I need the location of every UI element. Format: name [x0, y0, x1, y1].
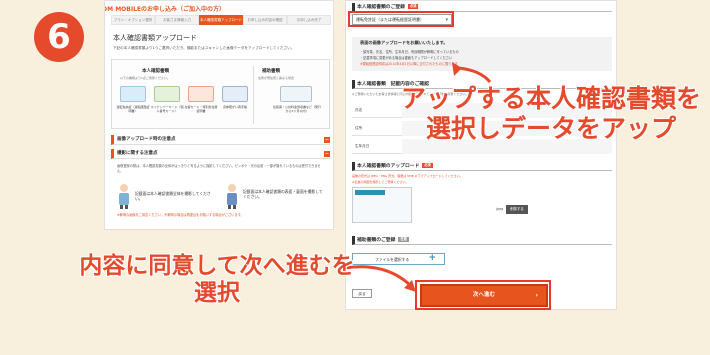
required-badge: 必須 — [422, 163, 433, 168]
supp-heading-label: 補助書類のご登録 — [357, 238, 396, 243]
upload-guidance-box: 表面の画像アップロードをお願いいたします。 ・顔写真、氏名、住所、生年月日、有効… — [352, 37, 612, 71]
doc-heading: 本人確認書類 — [142, 69, 169, 74]
supp-subheading: 住所が現住所と異なる場合 — [258, 76, 295, 80]
file-name: jpeg — [496, 207, 504, 211]
drivers-license-caption: 運転免許証（運転経歴証明書） — [116, 105, 150, 113]
guidance-line: ・記載事項に変更がある場合は裏面もアップロードしてください — [360, 56, 453, 60]
brand-header: J:COM MOBILEのお申し込み（ご加入中の方） — [104, 6, 225, 13]
left-screenshot: J:COM MOBILEのお申し込み（ご加入中の方） プラン・オプション選択 お… — [104, 0, 334, 230]
plus-icon: + — [428, 253, 436, 263]
document-types-panel: 本人確認書類 以下の書類より1点ご用意ください。 補助書類 住所が現住所と異なる… — [111, 59, 330, 129]
progress-steps: プラン・オプション選択 お客さま情報入力 本人確認書類アップロード お申し込み内… — [111, 15, 331, 25]
mynumber-caption: マイナンバーカード（個人番号カード） — [150, 105, 184, 113]
person-illustration-icon — [227, 184, 237, 209]
supplementary-caption: 住民票・公共料金領収書など（発行から3ヶ月以内） — [272, 105, 321, 113]
file-select-label: ファイルを選択する — [375, 257, 410, 262]
step-confirm: お申し込み内容の確認 — [243, 15, 287, 25]
person-illustration-icon — [119, 184, 129, 209]
panel-divider — [253, 66, 254, 124]
doc-subheading: 以下の書類より1点ご用意ください。 — [120, 76, 170, 80]
step-plan: プラン・オプション選択 — [111, 15, 155, 25]
guidance-line: ・顔写真、氏名、住所、生年月日、有効期限が鮮明に写っているもの — [360, 50, 459, 54]
step-customer-info: お客さま情報入力 — [155, 15, 199, 25]
drivers-license-card-icon — [120, 86, 146, 102]
required-badge: 必須 — [407, 4, 419, 9]
speech-text-right: 記載面は本人確認書類の表面・裏面を撮影してください。 — [243, 189, 323, 199]
supplementary-document-icon — [280, 86, 312, 102]
thumbnail-header-bar — [355, 190, 385, 195]
right-screenshot: 本人確認書類のご登録 必須 運転免許証（または運転経歴証明書） ▾ 表面の画像アッ… — [345, 0, 617, 310]
select-heading-label: 本人確認書類のご登録 — [357, 5, 405, 10]
mynumber-card-icon — [154, 86, 180, 102]
row-label: 氏名 — [355, 108, 363, 112]
page-title: 本人確認書類アップロード — [113, 34, 197, 42]
upload-note: 画像の形式は JPEG・PNG 形式、容量は 5MB 以下でアップロードしてくだ… — [352, 174, 463, 178]
residence-card-icon — [188, 86, 214, 102]
guidance-title: 表面の画像アップロードをお願いいたします。 — [360, 40, 448, 45]
photo-notes-text: 画像登録の際は、本人確認書類の全体がはっきりと写るように撮影してください。ピンボ… — [117, 164, 321, 173]
select-highlight — [348, 11, 454, 27]
step-id-upload: 本人確認書類アップロード — [199, 15, 243, 25]
collapse-icon[interactable]: − — [324, 151, 330, 157]
next-button-highlight — [415, 280, 551, 310]
uploaded-image-thumbnail — [352, 187, 412, 223]
section-photo-notes-label: 撮影に関する注意点 — [117, 151, 158, 156]
disability-certificate-icon — [222, 86, 248, 102]
step-complete: お申し込み完了 — [287, 15, 331, 25]
disability-caption: 身体障がい者手帳 — [222, 105, 247, 109]
agree-caption: 内容に同意して次へ進むを選択 — [79, 253, 355, 306]
section-upload-notes[interactable]: 画像アップロード時の注意点 − — [111, 135, 330, 145]
row-label: 生年月日 — [355, 144, 370, 148]
collapse-icon[interactable]: − — [324, 137, 330, 143]
section-upload-notes-label: 画像アップロード時の注意点 — [117, 137, 176, 142]
section-photo-notes[interactable]: 撮影に関する注意点 − — [111, 149, 330, 159]
speech-text-left: 記載面は本人確認書類全体を撮影してください。 — [135, 191, 211, 201]
upload-heading-label: 本人確認書類のアップロード — [357, 164, 420, 169]
upload-heading: 本人確認書類のアップロード 必須 — [352, 162, 612, 171]
upload-note: ※表裏の両面を撮影してご登録ください。 — [352, 180, 409, 184]
step-number-badge: 6 — [34, 12, 84, 62]
delete-button[interactable]: 削除する — [506, 205, 528, 214]
residence-card-caption: 在留カード・特別永住者証明書 — [184, 105, 218, 113]
guidance-line: ※運転経歴証明書は2012年4月1日以降に交付されたものに限ります — [360, 62, 458, 66]
warning-text: ※鮮明な画像をご用意ください。不鮮明な場合は再提出をお願いする場合がございます。 — [117, 213, 244, 217]
upload-caption: アップする本人確認書類を選択しデータをアップ — [400, 84, 701, 143]
supp-heading: 補助書類 — [262, 69, 280, 74]
optional-badge: 任意 — [398, 237, 409, 242]
page-description: 下記の本人確認書類より1つご選択いただき、撮影またはスキャンした画像データをアッ… — [113, 46, 295, 50]
row-label: 住所 — [355, 126, 363, 130]
supp-heading: 補助書類のご登録 任意 — [352, 236, 612, 245]
